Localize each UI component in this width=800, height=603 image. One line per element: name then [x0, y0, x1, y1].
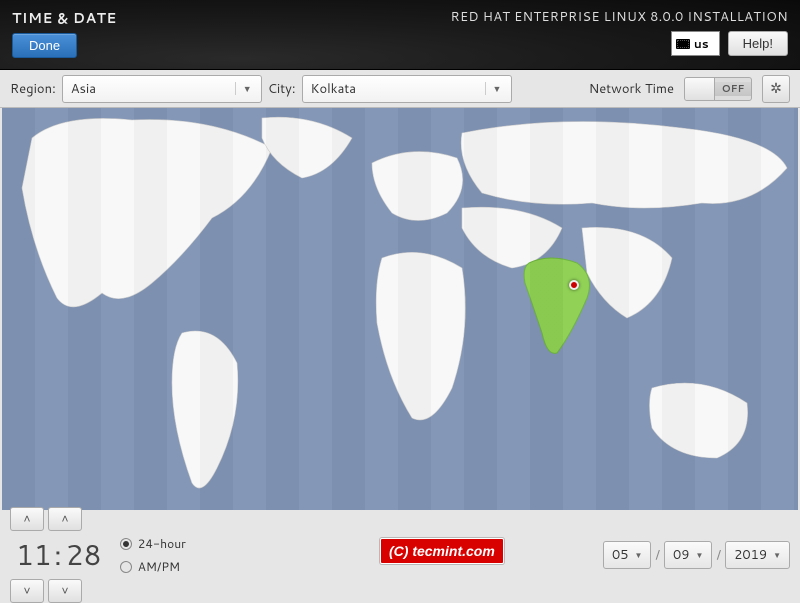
bottom-controls: ˄ ˄ 11 : 28 ˅ ˅ 24-hour AM/PM (C) tecmin…	[0, 510, 800, 600]
time-display: 11 : 28	[10, 533, 106, 577]
header-left: TIME & DATE Done	[12, 8, 117, 61]
switch-state: OFF	[715, 82, 751, 96]
minutes-value: 28	[66, 535, 100, 575]
city-value: Kolkata	[311, 80, 479, 98]
switch-knob	[685, 78, 715, 100]
toolbar: Region: Asia ▼ City: Kolkata ▼ Network T…	[0, 70, 800, 108]
installer-title: RED HAT ENTERPRISE LINUX 8.0.0 INSTALLAT…	[451, 8, 788, 26]
chevron-down-icon: ˅	[23, 584, 30, 598]
watermark: (C) tecmint.com	[380, 538, 504, 564]
keyboard-layout-label: us	[694, 35, 709, 52]
network-time-label: Network Time	[589, 80, 674, 98]
radio-24-hour[interactable]: 24-hour	[120, 535, 186, 552]
chevron-down-icon: ▼	[235, 82, 253, 95]
minutes-down-button[interactable]: ˅	[48, 579, 82, 603]
help-button[interactable]: Help!	[728, 31, 788, 56]
month-value: 05	[612, 546, 629, 564]
header-actions: us Help!	[451, 31, 788, 56]
chevron-down-icon: ▼	[634, 549, 642, 561]
hours-down-button[interactable]: ˅	[10, 579, 44, 603]
radio-24-hour-label: 24-hour	[138, 535, 186, 552]
city-select[interactable]: Kolkata ▼	[302, 75, 512, 103]
date-separator: /	[655, 546, 660, 564]
timezone-map[interactable]	[2, 108, 798, 510]
hours-value: 11	[16, 535, 50, 575]
year-select[interactable]: 2019 ▼	[725, 541, 790, 569]
time-format-radios: 24-hour AM/PM	[120, 535, 186, 575]
chevron-down-icon: ▼	[696, 549, 704, 561]
date-separator: /	[716, 546, 721, 564]
header: TIME & DATE Done RED HAT ENTERPRISE LINU…	[0, 0, 800, 70]
region-value: Asia	[71, 80, 229, 98]
minutes-up-button[interactable]: ˄	[48, 507, 82, 531]
chevron-down-icon: ▼	[773, 549, 781, 561]
page-title: TIME & DATE	[12, 8, 117, 28]
time-separator: :	[52, 535, 64, 575]
year-value: 2019	[734, 546, 767, 564]
gear-icon: ✲	[770, 80, 782, 97]
hours-up-button[interactable]: ˄	[10, 507, 44, 531]
keyboard-icon	[676, 39, 690, 49]
date-group: 05 ▼ / 09 ▼ / 2019 ▼	[603, 541, 790, 569]
region-label: Region:	[10, 80, 56, 98]
highlighted-region-india	[524, 258, 589, 353]
done-button[interactable]: Done	[12, 33, 77, 58]
city-label: City:	[268, 80, 296, 98]
network-time-settings-button[interactable]: ✲	[762, 75, 790, 103]
keyboard-layout-badge[interactable]: us	[671, 31, 720, 56]
day-select[interactable]: 09 ▼	[664, 541, 712, 569]
header-right: RED HAT ENTERPRISE LINUX 8.0.0 INSTALLAT…	[451, 8, 788, 61]
chevron-up-icon: ˄	[61, 512, 68, 526]
world-map-svg	[2, 108, 798, 510]
radio-am-pm[interactable]: AM/PM	[120, 558, 186, 575]
chevron-down-icon: ▼	[485, 82, 503, 95]
time-spinner: ˄ ˄ 11 : 28 ˅ ˅	[10, 507, 106, 603]
chevron-up-icon: ˄	[23, 512, 30, 526]
chevron-down-icon: ˅	[61, 584, 68, 598]
day-value: 09	[673, 546, 690, 564]
network-time-switch[interactable]: OFF	[684, 77, 752, 101]
month-select[interactable]: 05 ▼	[603, 541, 651, 569]
radio-am-pm-label: AM/PM	[138, 558, 180, 575]
region-select[interactable]: Asia ▼	[62, 75, 262, 103]
